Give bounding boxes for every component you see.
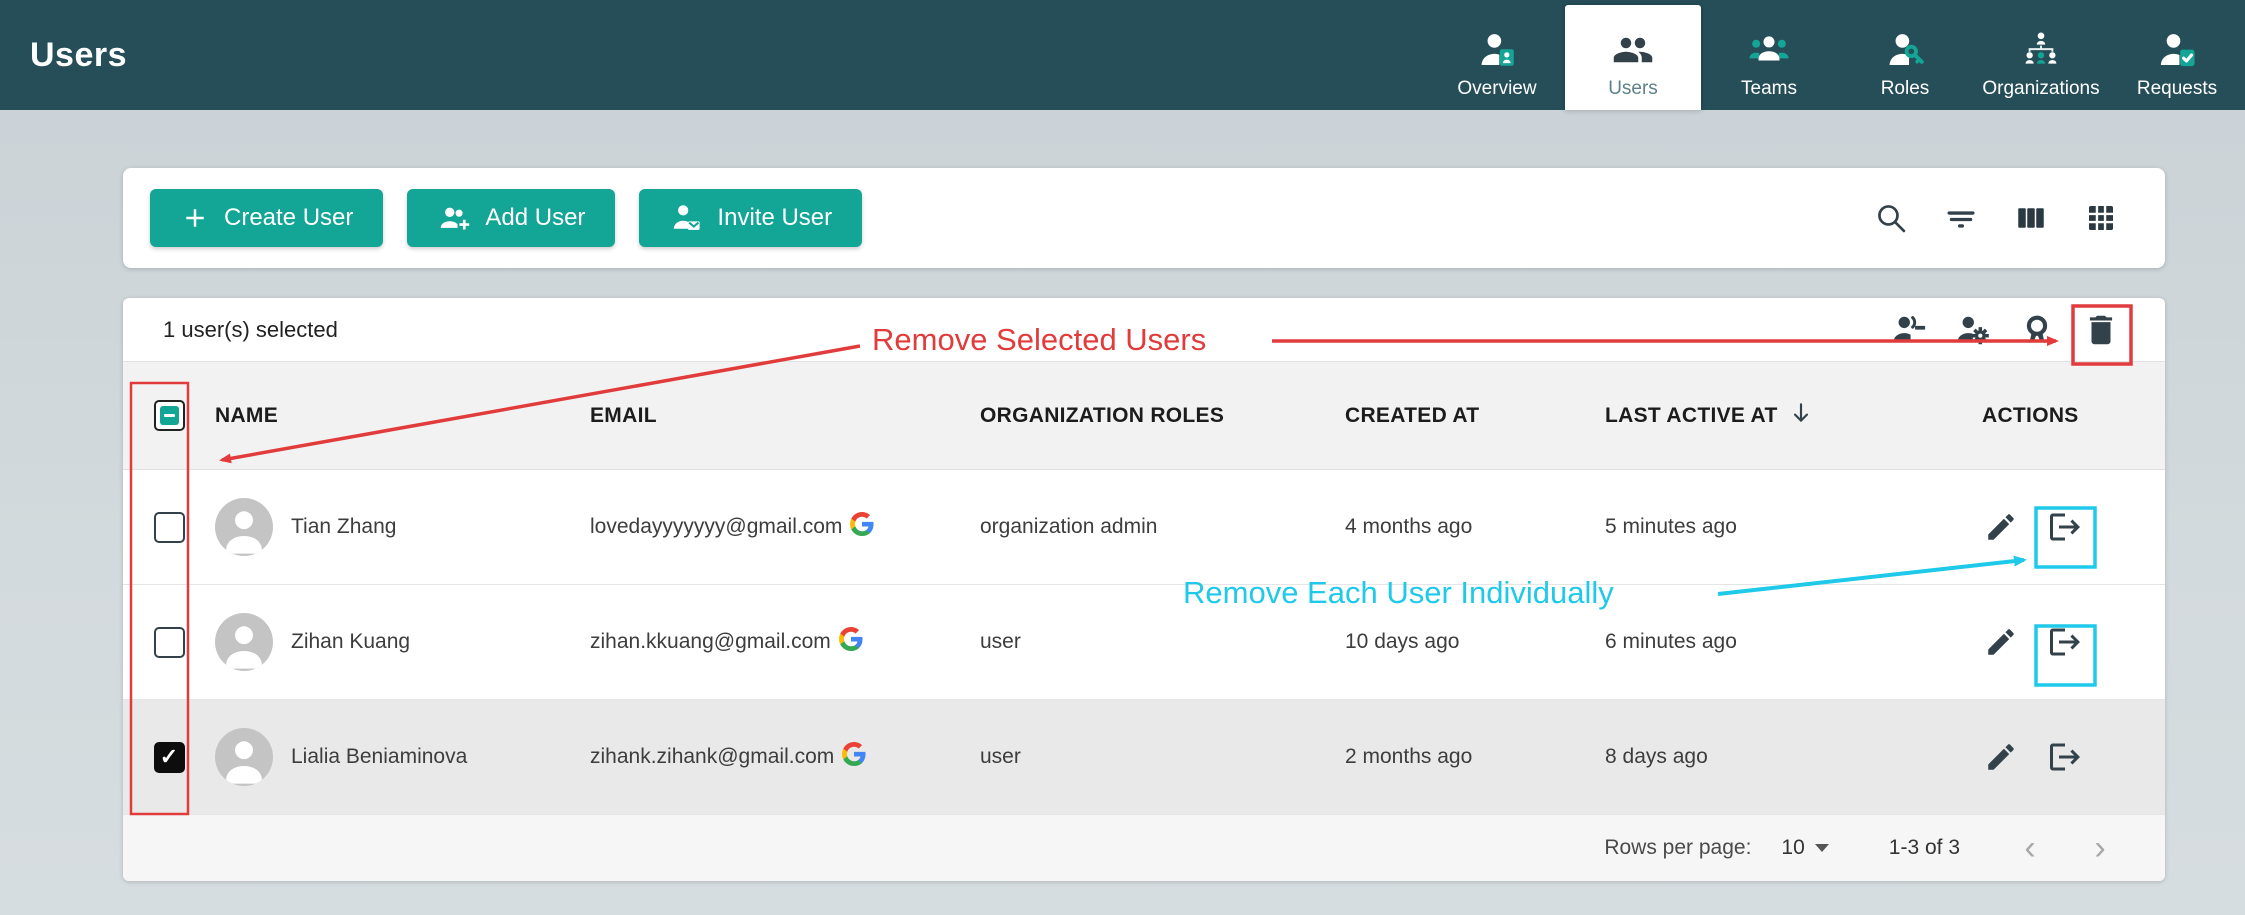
avatar bbox=[215, 728, 273, 786]
column-header-name: NAME bbox=[215, 404, 590, 428]
tab-requests-label: Requests bbox=[2137, 78, 2217, 100]
person-badge-icon bbox=[1475, 28, 1519, 72]
last-active-at: 5 minutes ago bbox=[1605, 515, 1968, 539]
view-columns-icon[interactable] bbox=[2011, 198, 2051, 238]
column-header-email: EMAIL bbox=[590, 404, 980, 428]
chevron-down-icon bbox=[1815, 844, 1829, 852]
table-row: Zihan Kuang zihan.kkuang@gmail.com user … bbox=[123, 585, 2165, 700]
invite-user-button[interactable]: Invite User bbox=[639, 189, 862, 247]
select-all-checkbox[interactable] bbox=[154, 400, 185, 431]
user-email: lovedayyyyyyy@gmail.com bbox=[590, 515, 842, 539]
search-icon[interactable] bbox=[1871, 198, 1911, 238]
created-at: 4 months ago bbox=[1345, 515, 1605, 539]
toolbar-icon-group bbox=[1871, 198, 2121, 238]
filter-icon[interactable] bbox=[1941, 198, 1981, 238]
person-clipboard-icon bbox=[2155, 28, 2199, 72]
remove-user-icon[interactable] bbox=[1890, 311, 1928, 349]
avatar bbox=[215, 613, 273, 671]
tab-overview-label: Overview bbox=[1457, 78, 1536, 100]
plus-icon bbox=[180, 203, 210, 233]
top-bar: Users Overview Users bbox=[0, 0, 2245, 110]
page-range-label: 1-3 of 3 bbox=[1889, 836, 1960, 860]
toolbar-card: Create User Add User bbox=[123, 168, 2165, 268]
tab-requests[interactable]: Requests bbox=[2109, 0, 2245, 110]
remove-user-row-icon[interactable] bbox=[2046, 738, 2084, 776]
remove-user-row-icon[interactable] bbox=[2046, 623, 2084, 661]
grid-icon[interactable] bbox=[2081, 198, 2121, 238]
table-row: ✓ Lialia Beniaminova zihank.zihank@gmail… bbox=[123, 700, 2165, 815]
selection-count-text: 1 user(s) selected bbox=[163, 317, 338, 343]
add-user-button[interactable]: Add User bbox=[407, 189, 615, 247]
person-mail-icon bbox=[669, 201, 703, 235]
selection-actions bbox=[1890, 311, 2120, 349]
google-icon bbox=[850, 512, 874, 542]
avatar bbox=[215, 498, 273, 556]
user-email: zihan.kkuang@gmail.com bbox=[590, 630, 831, 654]
column-header-org-roles: ORGANIZATION ROLES bbox=[980, 404, 1345, 428]
tab-organizations[interactable]: Organizations bbox=[1973, 0, 2109, 110]
delete-icon[interactable] bbox=[2082, 311, 2120, 349]
remove-user-row-icon[interactable] bbox=[2046, 508, 2084, 546]
user-email: zihank.zihank@gmail.com bbox=[590, 745, 834, 769]
next-page-button[interactable]: › bbox=[2085, 833, 2115, 863]
row-checkbox[interactable]: ✓ bbox=[154, 742, 185, 773]
row-checkbox[interactable] bbox=[154, 512, 185, 543]
edit-user-icon[interactable] bbox=[1982, 738, 2020, 776]
toolbar-buttons: Create User Add User bbox=[150, 189, 862, 247]
last-active-at: 6 minutes ago bbox=[1605, 630, 1968, 654]
row-checkbox[interactable] bbox=[154, 627, 185, 658]
person-key-icon bbox=[1883, 28, 1927, 72]
google-icon bbox=[839, 627, 863, 657]
org-tree-icon bbox=[2019, 28, 2063, 72]
created-at: 2 months ago bbox=[1345, 745, 1605, 769]
column-header-created-at: CREATED AT bbox=[1345, 404, 1605, 428]
previous-page-button[interactable]: ‹ bbox=[2015, 833, 2045, 863]
people-icon bbox=[1611, 28, 1655, 72]
tab-overview[interactable]: Overview bbox=[1429, 0, 1565, 110]
groups-icon bbox=[1747, 28, 1791, 72]
manage-user-icon[interactable] bbox=[1954, 311, 1992, 349]
tab-roles-label: Roles bbox=[1881, 78, 1930, 100]
tab-roles[interactable]: Roles bbox=[1837, 0, 1973, 110]
sort-desc-arrow-icon bbox=[1788, 400, 1814, 432]
user-name: Lialia Beniaminova bbox=[291, 745, 467, 769]
org-role: user bbox=[980, 630, 1345, 654]
rows-per-page-select[interactable]: 10 bbox=[1781, 836, 1828, 860]
last-active-at: 8 days ago bbox=[1605, 745, 1968, 769]
create-user-button[interactable]: Create User bbox=[150, 189, 383, 247]
tab-teams-label: Teams bbox=[1741, 78, 1797, 100]
group-add-icon bbox=[437, 201, 471, 235]
table-footer: Rows per page: 10 1-3 of 3 ‹ › bbox=[123, 815, 2165, 881]
page-title: Users bbox=[0, 36, 127, 75]
column-header-last-active[interactable]: LAST ACTIVE AT bbox=[1605, 400, 1968, 432]
tab-organizations-label: Organizations bbox=[1982, 78, 2099, 100]
created-at: 10 days ago bbox=[1345, 630, 1605, 654]
table-row: Tian Zhang lovedayyyyyyy@gmail.com organ… bbox=[123, 470, 2165, 585]
edit-user-icon[interactable] bbox=[1982, 623, 2020, 661]
user-name: Zihan Kuang bbox=[291, 630, 410, 654]
user-name: Tian Zhang bbox=[291, 515, 396, 539]
org-role: organization admin bbox=[980, 515, 1345, 539]
edit-user-icon[interactable] bbox=[1982, 508, 2020, 546]
org-role: user bbox=[980, 745, 1345, 769]
rows-per-page-label: Rows per page: bbox=[1604, 836, 1751, 860]
table-header-row: NAME EMAIL ORGANIZATION ROLES CREATED AT… bbox=[123, 362, 2165, 470]
selection-bar: 1 user(s) selected bbox=[123, 298, 2165, 362]
google-icon bbox=[842, 742, 866, 772]
users-table-card: 1 user(s) selected bbox=[123, 298, 2165, 881]
tab-users[interactable]: Users bbox=[1565, 5, 1701, 110]
column-header-actions: ACTIONS bbox=[1968, 404, 2165, 428]
tab-teams[interactable]: Teams bbox=[1701, 0, 1837, 110]
award-icon[interactable] bbox=[2018, 311, 2056, 349]
tab-users-label: Users bbox=[1608, 78, 1658, 100]
main-nav: Overview Users Teams bbox=[1429, 0, 2245, 110]
